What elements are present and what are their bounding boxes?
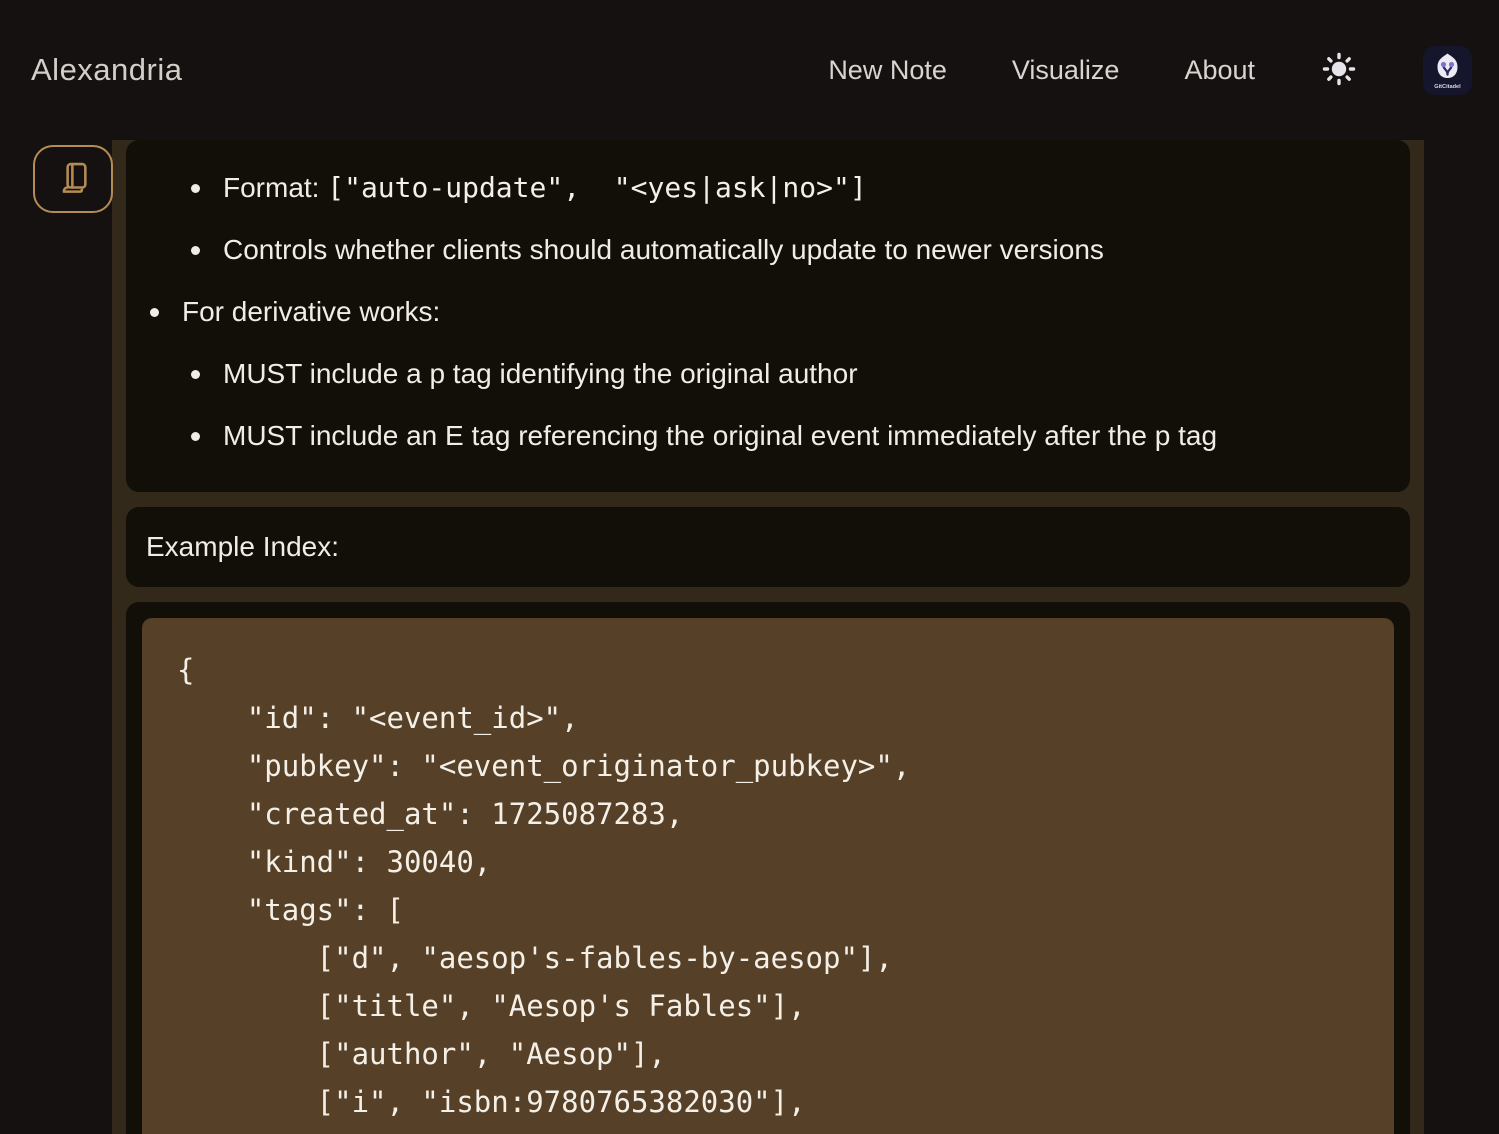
bullet-dot xyxy=(191,370,200,379)
inline-code: ["auto-update", "<yes|ask|no>"] xyxy=(327,171,866,204)
theme-toggle-button[interactable] xyxy=(1320,51,1358,89)
nav-visualize[interactable]: Visualize xyxy=(1012,55,1120,86)
example-index-label: Example Index: xyxy=(146,529,1390,565)
list-item: Format: ["auto-update", "<yes|ask|no>"] xyxy=(191,170,1386,206)
bullet-text: Format: ["auto-update", "<yes|ask|no>"] xyxy=(223,170,867,206)
list-item: For derivative works: xyxy=(150,294,1386,330)
nav-new-note[interactable]: New Note xyxy=(828,55,947,86)
bullet-dot xyxy=(191,246,200,255)
app-title: Alexandria xyxy=(31,52,182,88)
book-icon xyxy=(54,159,92,200)
list-item: Controls whether clients should automati… xyxy=(191,232,1386,268)
main-nav: New Note Visualize About xyxy=(828,46,1472,95)
list-item: MUST include an E tag referencing the or… xyxy=(191,418,1386,454)
bullet-text: MUST include a p tag identifying the ori… xyxy=(223,356,858,392)
example-code-card: { "id": "<event_id>", "pubkey": "<event_… xyxy=(126,602,1410,1134)
nav-about[interactable]: About xyxy=(1184,55,1255,86)
bullet-dot xyxy=(191,432,200,441)
bullet-text: MUST include an E tag referencing the or… xyxy=(223,418,1217,454)
bullet-text: Controls whether clients should automati… xyxy=(223,232,1104,268)
sidebar-toggle-button[interactable] xyxy=(33,145,113,213)
article-container: Format: ["auto-update", "<yes|ask|no>"] … xyxy=(112,140,1424,1134)
logo-label: GitCitadel xyxy=(1434,84,1461,90)
gitcitadel-logo: GitCitadel xyxy=(1423,83,1472,98)
bullet-dot xyxy=(150,308,159,317)
json-code-text: { "id": "<event_id>", "pubkey": "<event_… xyxy=(177,646,1359,1126)
bullet-dot xyxy=(191,184,200,193)
profile-logo-button[interactable]: GitCitadel xyxy=(1423,46,1472,95)
main-content-row: Format: ["auto-update", "<yes|ask|no>"] … xyxy=(0,140,1499,1134)
list-item: MUST include a p tag identifying the ori… xyxy=(191,356,1386,392)
example-index-card: Example Index: xyxy=(126,507,1410,587)
sun-icon xyxy=(1321,51,1357,90)
spec-bullets-card: Format: ["auto-update", "<yes|ask|no>"] … xyxy=(126,140,1410,492)
json-code-block: { "id": "<event_id>", "pubkey": "<event_… xyxy=(142,618,1394,1134)
bullet-text: For derivative works: xyxy=(182,294,440,330)
top-bar: Alexandria New Note Visualize About xyxy=(0,0,1499,140)
